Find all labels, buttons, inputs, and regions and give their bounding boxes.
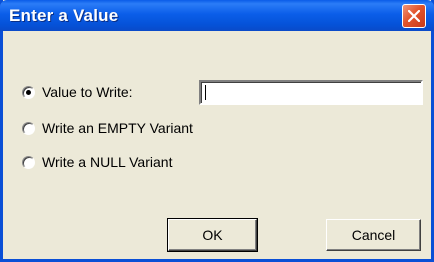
radio-button[interactable] bbox=[22, 156, 35, 169]
close-button[interactable] bbox=[402, 4, 426, 28]
radio-label-null[interactable]: Write a NULL Variant bbox=[42, 154, 172, 170]
cancel-button[interactable]: Cancel bbox=[326, 219, 421, 251]
title-bar[interactable]: Enter a Value bbox=[0, 0, 434, 31]
close-icon bbox=[408, 10, 420, 22]
radio-button[interactable] bbox=[22, 86, 35, 99]
ok-button[interactable]: OK bbox=[167, 218, 258, 252]
radio-label-empty[interactable]: Write an EMPTY Variant bbox=[42, 120, 193, 136]
text-caret bbox=[205, 85, 206, 100]
value-input[interactable] bbox=[199, 80, 423, 105]
radio-selected-dot bbox=[26, 90, 31, 95]
radio-button[interactable] bbox=[22, 122, 35, 135]
radio-label-value[interactable]: Value to Write: bbox=[42, 84, 133, 100]
window-title: Enter a Value bbox=[9, 6, 119, 25]
